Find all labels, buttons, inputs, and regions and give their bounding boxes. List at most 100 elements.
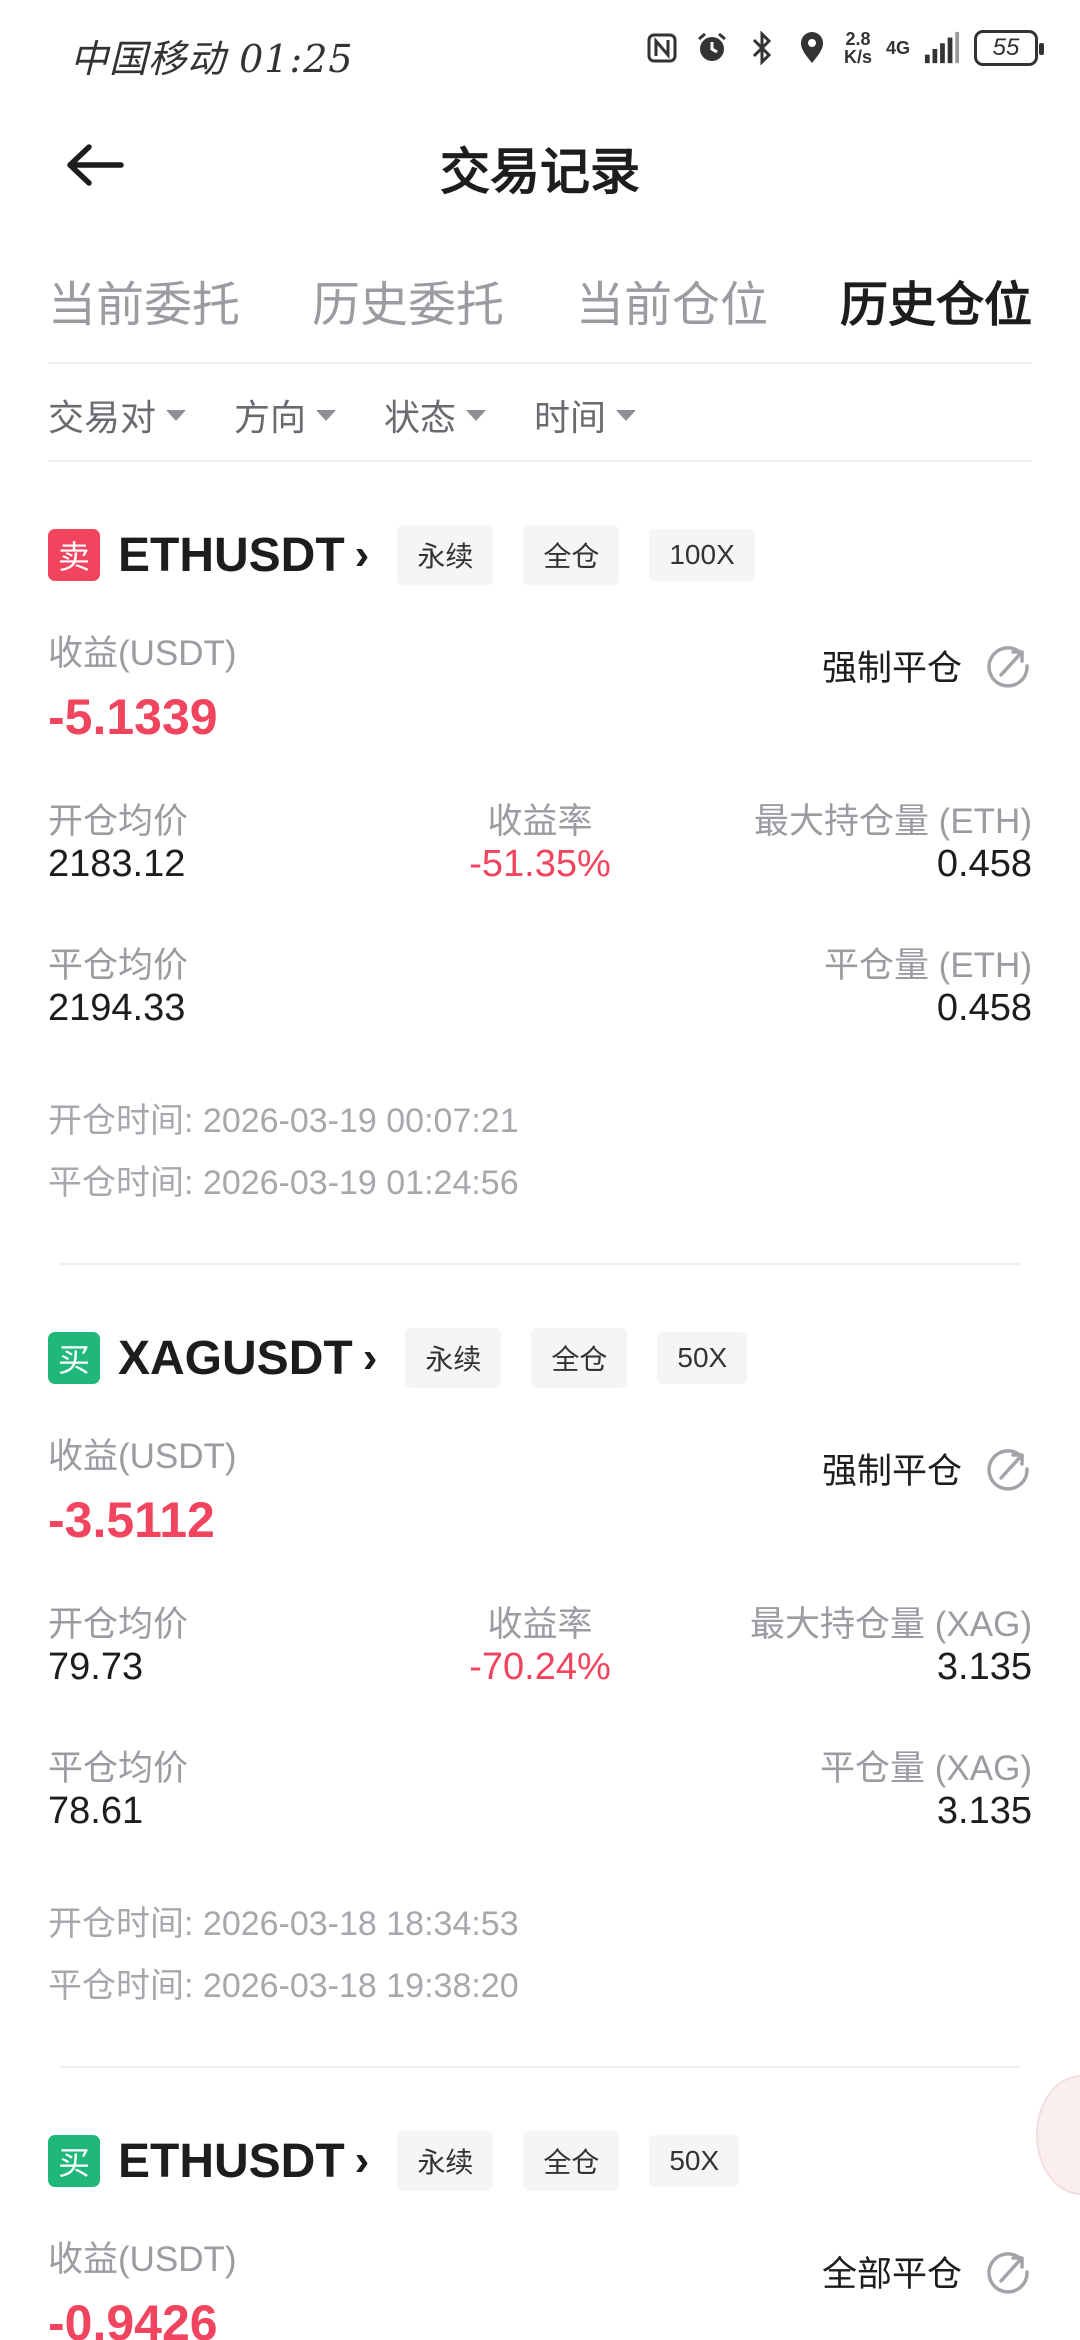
open-avg-label: 开仓均价 [48,1605,189,1644]
open-avg-label: 开仓均价 [48,802,189,841]
card-header: 买 ETHUSDT › 永续 全仓 50X [48,2131,769,2191]
tab-current-orders[interactable]: 当前委托 [48,265,240,360]
pnl-value: -3.5112 [48,1492,215,1548]
close-time-value: 2026-03-19 01:24:56 [202,1164,519,1202]
floating-assistant-button[interactable] [1036,2075,1080,2195]
location-icon [794,30,830,66]
tag-margin-mode: 全仓 [531,1328,628,1388]
signal-icon [924,30,960,66]
open-time-value: 2026-03-18 18:34:53 [202,1905,519,1943]
tag-contract-type: 永续 [397,525,494,585]
close-type-button[interactable]: 全部平仓 [822,2246,1032,2297]
chevron-right-icon: › [354,530,370,579]
tag-leverage: 100X [649,529,755,581]
open-time-row: 开仓时间: 2026-03-19 00:07:21 [48,1093,519,1142]
pair-link[interactable]: ETHUSDT [118,528,345,583]
side-badge-sell: 卖 [48,529,100,581]
close-qty-label: 平仓量 (XAG) [820,1749,1032,1788]
filter-label: 交易对 [48,397,157,438]
tag-margin-mode: 全仓 [523,525,620,585]
tab-position-history[interactable]: 历史仓位 [840,265,1032,360]
tag-leverage: 50X [649,2135,740,2187]
close-qty-value: 0.458 [936,987,1032,1029]
open-time-label: 开仓时间: [48,1102,194,1140]
max-position-label: 最大持仓量 (ETH) [753,802,1032,841]
close-time-label: 平仓时间: [48,1164,194,1202]
pair-link[interactable]: XAGUSDT [118,1331,353,1386]
filter-time[interactable]: 时间 [534,385,637,445]
share-icon [987,1448,1029,1491]
filter-direction[interactable]: 方向 [234,385,337,445]
tag-leverage: 50X [657,1332,748,1384]
battery-indicator: 55 [974,30,1044,66]
card-header: 卖 ETHUSDT › 永续 全仓 100X [48,525,785,585]
close-avg-label: 平仓均价 [48,1749,189,1788]
tab-order-history[interactable]: 历史委托 [312,265,504,360]
card-header: 买 XAGUSDT › 永续 全仓 50X [48,1328,777,1388]
close-type-label: 强制平仓 [821,649,962,688]
filter-label: 状态 [384,397,457,438]
position-card: 买 ETHUSDT › 永续 全仓 50X 收益(USDT) -0.9426 全… [48,2131,1032,2340]
roi-value: -70.24% [469,1646,611,1688]
filter-divider [48,460,1032,462]
pnl-value: -5.1339 [48,689,218,745]
filter-label: 方向 [234,397,307,438]
close-type-label: 强制平仓 [821,1452,962,1491]
close-type-label: 全部平仓 [821,2255,962,2294]
tag-contract-type: 永续 [397,2131,494,2191]
network-type: 4G [885,37,910,58]
close-time-label: 平仓时间: [48,1967,194,2005]
chevron-right-icon: › [354,2136,370,2185]
close-type-button[interactable]: 强制平仓 [822,1443,1032,1494]
status-bar: 中国移动 01:25 2.8 K/s 4G 55 [0,0,1080,100]
pnl-value: -0.9426 [48,2295,218,2340]
card-divider [60,2066,1020,2068]
open-avg-value: 79.73 [48,1646,144,1688]
pnl-label: 收益(USDT) [48,1437,237,1476]
position-card: 买 XAGUSDT › 永续 全仓 50X 收益(USDT) -3.5112 强… [48,1328,1032,2088]
filter-pair[interactable]: 交易对 [48,385,187,445]
close-avg-value: 2194.33 [48,987,186,1029]
carrier-time: 中国移动 01:25 [70,37,354,81]
open-avg-value: 2183.12 [48,843,186,885]
filter-label: 时间 [534,397,607,438]
open-time-value: 2026-03-19 00:07:21 [202,1102,519,1140]
side-badge-buy: 买 [48,2135,100,2187]
share-icon [987,645,1029,688]
roi-label: 收益率 [487,1605,593,1644]
caret-down-icon [316,409,337,421]
pnl-label: 收益(USDT) [48,2240,237,2279]
max-position-label: 最大持仓量 (XAG) [750,1605,1032,1644]
share-icon [987,2251,1029,2294]
pnl-label: 收益(USDT) [48,634,237,673]
open-time-row: 开仓时间: 2026-03-18 18:34:53 [48,1896,519,1945]
close-time-value: 2026-03-18 19:38:20 [202,1967,519,2005]
nfc-icon [644,30,680,66]
network-speed: 2.8 K/s [843,29,872,67]
tag-contract-type: 永续 [405,1328,502,1388]
close-type-button[interactable]: 强制平仓 [822,640,1032,691]
close-avg-value: 78.61 [48,1790,144,1832]
app-header: 交易记录 [0,110,1080,220]
tag-margin-mode: 全仓 [523,2131,620,2191]
card-divider [60,1263,1020,1265]
roi-value: -51.35% [469,843,611,885]
tab-current-positions[interactable]: 当前仓位 [576,265,768,360]
page-title: 交易记录 [440,144,640,200]
bluetooth-icon [744,30,780,66]
pair-link[interactable]: ETHUSDT [118,2134,345,2189]
close-qty-value: 3.135 [936,1790,1032,1832]
chevron-right-icon: › [362,1333,378,1382]
roi-label: 收益率 [487,802,593,841]
close-qty-label: 平仓量 (ETH) [823,946,1032,985]
close-avg-label: 平仓均价 [48,946,189,985]
tab-divider [48,362,1032,364]
close-time-row: 平仓时间: 2026-03-18 19:38:20 [48,1958,519,2007]
max-position-value: 3.135 [936,1646,1032,1688]
position-card: 卖 ETHUSDT › 永续 全仓 100X 收益(USDT) -5.1339 … [48,525,1032,1285]
status-icons: 2.8 K/s 4G 55 [644,29,1044,67]
max-position-value: 0.458 [936,843,1032,885]
caret-down-icon [166,409,187,421]
filter-status[interactable]: 状态 [384,385,487,445]
tab-bar: 当前委托 历史委托 当前仓位 历史仓位 [48,265,1032,360]
